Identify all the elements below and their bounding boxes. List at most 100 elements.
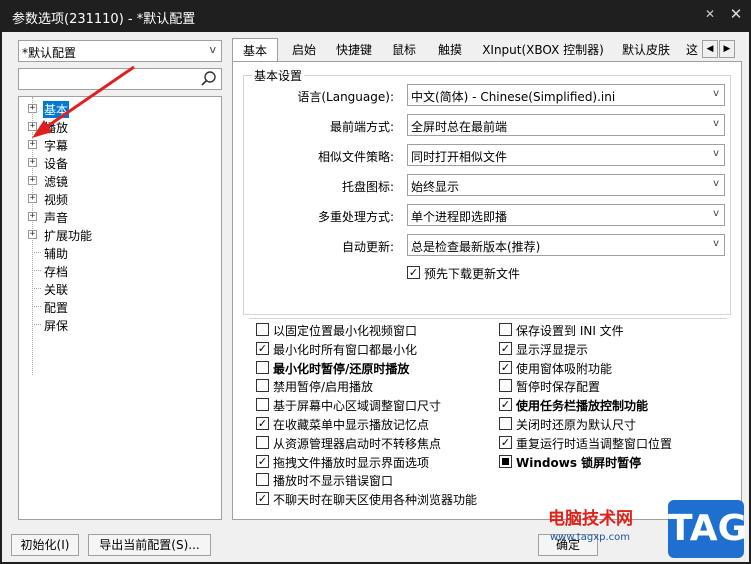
checkbox-box[interactable]: [256, 398, 269, 412]
field-dropdown[interactable]: 全屏时总在最前端 v: [407, 114, 725, 136]
tree-item-label: 屏保: [44, 319, 69, 333]
checkmark-icon[interactable]: ✓: [407, 266, 420, 279]
field-label: 相似文件策略:: [317, 150, 394, 164]
expand-icon[interactable]: +: [28, 140, 37, 149]
group-title: 基本设置: [252, 67, 305, 84]
tree-branch-line: [32, 252, 41, 253]
dropdown-value: 单个进程即选即播: [411, 210, 508, 224]
checkmark-icon[interactable]: ✓: [256, 454, 269, 468]
tab[interactable]: 这: [680, 40, 704, 60]
expand-icon[interactable]: +: [28, 122, 37, 131]
preset-dropdown[interactable]: *默认配置 v: [18, 40, 222, 62]
checkbox-box[interactable]: [499, 323, 512, 336]
divider: [249, 318, 727, 319]
tab[interactable]: 启始: [284, 40, 324, 60]
checkmark-icon[interactable]: ✓: [499, 360, 512, 374]
checkbox-box[interactable]: [256, 473, 269, 487]
settings-tree: + 基本 + 播放 + 字幕 + 设备 + 滤镜 + 视频 + 声音 + 扩展功能 辅助 存档 关联 配置 屏保: [18, 96, 222, 520]
checkmark-icon[interactable]: ✓: [256, 492, 269, 506]
expand-icon[interactable]: +: [28, 230, 37, 239]
option-label: 暂停时保存配置: [516, 380, 601, 395]
tab[interactable]: 快捷键: [328, 40, 380, 60]
search-icon[interactable]: [200, 70, 218, 88]
option-label: 不聊天时在聊天区使用各种浏览器功能: [273, 493, 478, 508]
checkmark-icon[interactable]: ✓: [256, 341, 269, 355]
init-button[interactable]: 初始化(I): [11, 534, 79, 556]
tree-item[interactable]: + 扩展功能: [19, 226, 219, 243]
expand-icon[interactable]: +: [28, 212, 37, 221]
chevron-down-icon: v: [209, 43, 216, 56]
field-dropdown[interactable]: 中文(简体) - Chinese(Simplified).ini v: [407, 84, 725, 106]
pin-icon[interactable]: ✕: [702, 7, 718, 23]
field-dropdown[interactable]: 同时打开相似文件 v: [407, 144, 725, 166]
checkbox-box[interactable]: [256, 323, 269, 336]
chevron-down-icon: v: [713, 148, 719, 159]
export-config-button[interactable]: 导出当前配置(S)...: [88, 534, 211, 556]
option-label: 从资源管理器启动时不转移焦点: [273, 436, 442, 451]
tree-item[interactable]: + 声音: [19, 208, 219, 225]
close-icon[interactable]: ✕: [727, 5, 745, 25]
expand-icon[interactable]: +: [28, 158, 37, 167]
tree-item[interactable]: 屏保: [19, 316, 219, 333]
watermark-site: 电脑技术网: [548, 509, 633, 529]
dropdown-value: 全屏时总在最前端: [411, 120, 508, 134]
tree-item[interactable]: + 视频: [19, 190, 219, 207]
preferences-dialog: *默认配置 v + 基本 + 播放 + 字幕 + 设备 + 滤镜 + 视频 + 声音 + 扩展功能 辅助 存档 关联…: [2, 32, 749, 562]
checkbox-box[interactable]: [499, 417, 512, 430]
field-label: 托盘图标:: [341, 180, 394, 194]
chevron-down-icon: v: [713, 208, 719, 219]
option-label: Windows 锁屏时暂停: [516, 455, 642, 470]
checkmark-icon[interactable]: ✓: [499, 398, 512, 412]
tree-item-label: 滤镜: [44, 175, 69, 189]
field-label: 多重处理方式:: [317, 210, 394, 224]
option-label: 拖拽文件播放时显示界面选项: [273, 455, 430, 470]
tab-scroll-right-icon[interactable]: ▶: [719, 40, 735, 58]
tab[interactable]: 鼠标: [384, 40, 424, 60]
tree-item[interactable]: + 设备: [19, 154, 219, 171]
tab-scroll-left-icon[interactable]: ◀: [702, 40, 718, 58]
checkbox-box[interactable]: [499, 454, 512, 468]
option-label: 最小化时所有窗口都最小化: [273, 342, 418, 357]
tab[interactable]: XInput(XBOX 控制器): [476, 40, 610, 60]
tree-item[interactable]: 辅助: [19, 244, 219, 261]
field-dropdown[interactable]: 总是检查最新版本(推荐) v: [407, 234, 725, 256]
tree-item[interactable]: + 滤镜: [19, 172, 219, 189]
tab[interactable]: 触摸: [428, 40, 472, 60]
checkmark-icon[interactable]: ✓: [499, 435, 512, 449]
tab[interactable]: 基本: [232, 38, 278, 62]
tree-item-label: 存档: [44, 265, 69, 279]
tab-panel-basic: 基本设置 语言(Language): 中文(简体) - Chinese(Simpl…: [232, 61, 742, 520]
dropdown-value: 同时打开相似文件: [411, 150, 508, 164]
checkbox-box[interactable]: [256, 379, 269, 393]
search-input[interactable]: [18, 68, 222, 90]
tab[interactable]: 默认皮肤: [616, 40, 676, 60]
tree-item[interactable]: + 字幕: [19, 136, 219, 153]
checkbox-box[interactable]: [256, 435, 269, 449]
tree-item[interactable]: 关联: [19, 280, 219, 297]
dropdown-value: 总是检查最新版本(推荐): [411, 240, 541, 254]
field-dropdown[interactable]: 单个进程即选即播 v: [407, 204, 725, 226]
tree-item-label: 播放: [44, 121, 69, 135]
tree-branch-line: [32, 288, 41, 289]
tree-item-label: 扩展功能: [44, 229, 93, 243]
option-label: 重复运行时适当调整窗口位置: [516, 436, 673, 451]
expand-icon[interactable]: +: [28, 104, 37, 113]
tree-item[interactable]: + 基本: [19, 100, 219, 118]
checkmark-icon[interactable]: ✓: [499, 341, 512, 355]
field-label: 语言(Language):: [297, 90, 394, 104]
watermark-tag-logo: TAG: [668, 500, 747, 558]
dropdown-value: 始终显示: [411, 180, 460, 194]
dropdown-value: 中文(简体) - Chinese(Simplified).ini: [411, 90, 616, 104]
window-title: 参数选项(231110) - *默认配置: [12, 12, 196, 27]
expand-icon[interactable]: +: [28, 176, 37, 185]
expand-icon[interactable]: +: [28, 194, 37, 203]
checkbox-box[interactable]: [256, 360, 269, 374]
checkmark-icon[interactable]: ✓: [256, 417, 269, 430]
tree-item[interactable]: 配置: [19, 298, 219, 315]
field-dropdown[interactable]: 始终显示 v: [407, 174, 725, 196]
tree-branch-line: [32, 306, 41, 307]
tree-item[interactable]: + 播放: [19, 118, 219, 135]
tree-item[interactable]: 存档: [19, 262, 219, 279]
chevron-down-icon: v: [713, 238, 719, 249]
checkbox-box[interactable]: [499, 379, 512, 393]
